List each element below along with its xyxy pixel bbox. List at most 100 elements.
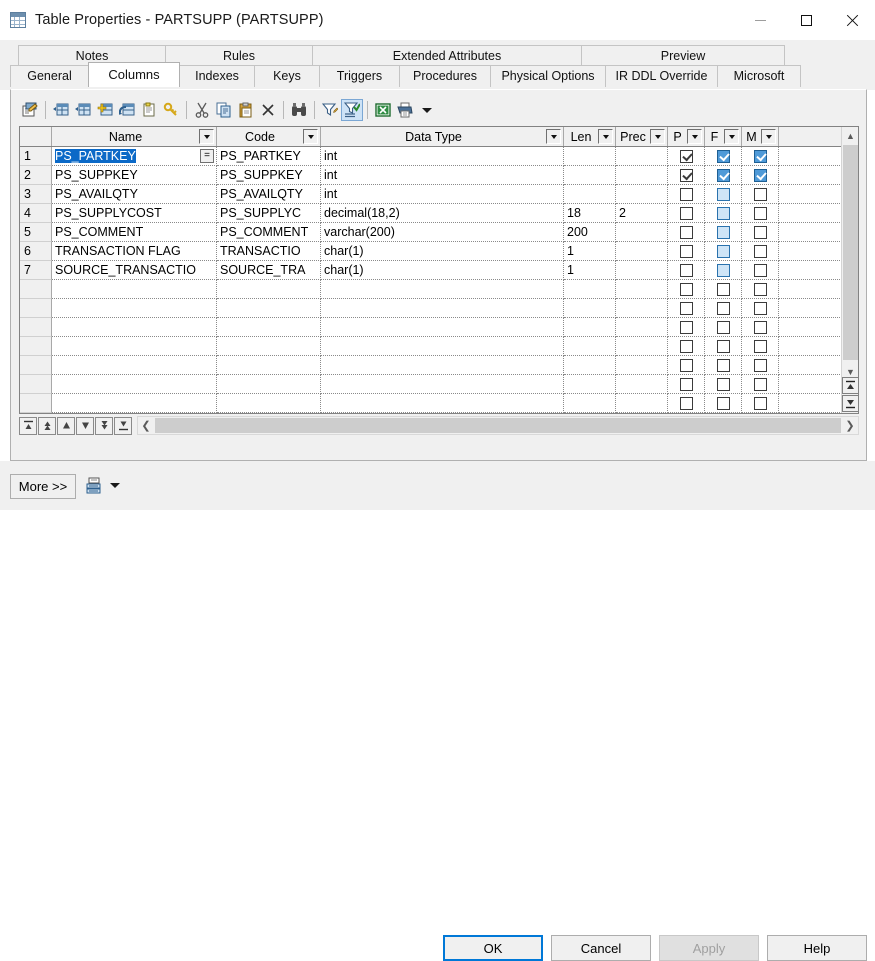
f-checkbox[interactable]	[716, 358, 730, 372]
len-cell[interactable]	[564, 394, 616, 413]
move-up-page-icon[interactable]	[38, 416, 56, 435]
table-row[interactable]	[20, 413, 858, 414]
p-checkbox-cell[interactable]	[668, 337, 705, 356]
table-row[interactable]	[20, 299, 858, 318]
datatype-cell[interactable]: int	[321, 185, 564, 204]
p-checkbox[interactable]	[679, 225, 693, 239]
prec-cell[interactable]	[616, 166, 668, 185]
datatype-cell[interactable]	[321, 394, 564, 413]
datatype-cell[interactable]	[321, 318, 564, 337]
grid-header-f[interactable]: F	[705, 127, 742, 146]
table-row[interactable]: 5 PS_COMMENT PS_COMMENT varchar(200) 200	[20, 223, 858, 242]
f-checkbox-cell[interactable]	[705, 413, 742, 414]
m-checkbox-cell[interactable]	[742, 356, 779, 375]
code-cell[interactable]: PS_SUPPLYC	[217, 204, 321, 223]
m-checkbox-cell[interactable]	[742, 204, 779, 223]
m-checkbox-cell[interactable]	[742, 261, 779, 280]
p-checkbox-cell[interactable]	[668, 394, 705, 413]
grid-horizontal-scrollbar[interactable]: ❮ ❯	[137, 416, 859, 435]
name-cell[interactable]	[52, 394, 217, 413]
apply-filter-icon[interactable]	[341, 99, 363, 121]
grid-header-code[interactable]: Code	[217, 127, 321, 146]
row-number-cell[interactable]: 3	[20, 185, 52, 204]
f-checkbox[interactable]	[716, 282, 730, 296]
paste-icon[interactable]	[235, 99, 257, 121]
tab-ir-ddl-override[interactable]: IR DDL Override	[605, 65, 718, 87]
datatype-cell[interactable]	[321, 299, 564, 318]
p-checkbox[interactable]	[679, 282, 693, 296]
f-checkbox[interactable]	[716, 396, 730, 410]
datatype-cell[interactable]: int	[321, 147, 564, 166]
move-up-icon[interactable]	[57, 416, 75, 435]
tab-triggers[interactable]: Triggers	[319, 65, 400, 87]
code-cell[interactable]	[217, 375, 321, 394]
p-checkbox[interactable]	[679, 339, 693, 353]
name-cell[interactable]	[52, 375, 217, 394]
p-checkbox-cell[interactable]	[668, 242, 705, 261]
code-cell[interactable]	[217, 318, 321, 337]
f-checkbox-cell[interactable]	[705, 166, 742, 185]
p-checkbox[interactable]	[679, 263, 693, 277]
m-checkbox[interactable]	[753, 244, 767, 258]
p-checkbox-cell[interactable]	[668, 318, 705, 337]
p-checkbox[interactable]	[679, 187, 693, 201]
m-checkbox[interactable]	[753, 168, 767, 182]
table-row[interactable]	[20, 375, 858, 394]
m-checkbox[interactable]	[753, 282, 767, 296]
code-filter-dropdown-icon[interactable]	[303, 129, 318, 144]
p-checkbox-cell[interactable]	[668, 299, 705, 318]
grid-header-prec[interactable]: Prec	[616, 127, 668, 146]
name-cell[interactable]: TRANSACTION FLAG	[52, 242, 217, 261]
m-checkbox-cell[interactable]	[742, 147, 779, 166]
datatype-cell[interactable]: varchar(200)	[321, 223, 564, 242]
prec-cell[interactable]	[616, 413, 668, 414]
delete-icon[interactable]	[257, 99, 279, 121]
datatype-cell[interactable]: char(1)	[321, 242, 564, 261]
tab-keys[interactable]: Keys	[254, 65, 320, 87]
m-checkbox[interactable]	[753, 187, 767, 201]
f-checkbox-cell[interactable]	[705, 242, 742, 261]
row-number-cell[interactable]	[20, 356, 52, 375]
prec-cell[interactable]	[616, 299, 668, 318]
prec-cell[interactable]	[616, 375, 668, 394]
p-checkbox[interactable]	[679, 377, 693, 391]
f-checkbox[interactable]	[716, 339, 730, 353]
name-cell[interactable]	[52, 299, 217, 318]
f-checkbox-cell[interactable]	[705, 299, 742, 318]
row-number-cell[interactable]	[20, 318, 52, 337]
p-checkbox[interactable]	[679, 168, 693, 182]
code-cell[interactable]	[217, 280, 321, 299]
columns-grid[interactable]: Name Code Data Type Len Prec P F M 1 PS_P…	[19, 126, 859, 414]
prec-cell[interactable]	[616, 394, 668, 413]
f-checkbox-cell[interactable]	[705, 223, 742, 242]
f-checkbox-cell[interactable]	[705, 204, 742, 223]
m-checkbox-cell[interactable]	[742, 299, 779, 318]
f-checkbox-cell[interactable]	[705, 280, 742, 299]
code-cell[interactable]	[217, 356, 321, 375]
m-checkbox-cell[interactable]	[742, 223, 779, 242]
f-filter-dropdown-icon[interactable]	[724, 129, 739, 144]
tab-extended-attributes[interactable]: Extended Attributes	[312, 45, 582, 67]
m-checkbox[interactable]	[753, 396, 767, 410]
len-cell[interactable]	[564, 356, 616, 375]
datatype-cell[interactable]	[321, 356, 564, 375]
len-cell[interactable]	[564, 413, 616, 414]
prec-cell[interactable]	[616, 356, 668, 375]
grid-header-len[interactable]: Len	[564, 127, 616, 146]
delete-row-icon[interactable]	[138, 99, 160, 121]
f-checkbox[interactable]	[716, 149, 730, 163]
cancel-button[interactable]: Cancel	[551, 935, 651, 961]
name-cell[interactable]	[52, 337, 217, 356]
tab-preview[interactable]: Preview	[581, 45, 785, 67]
len-cell[interactable]: 200	[564, 223, 616, 242]
f-checkbox-cell[interactable]	[705, 185, 742, 204]
move-down-icon[interactable]	[76, 416, 94, 435]
m-checkbox-cell[interactable]	[742, 185, 779, 204]
filter-icon[interactable]	[319, 99, 341, 121]
f-checkbox-cell[interactable]	[705, 318, 742, 337]
prec-cell[interactable]	[616, 261, 668, 280]
table-row[interactable]: 2 PS_SUPPKEY PS_SUPPKEY int	[20, 166, 858, 185]
p-checkbox-cell[interactable]	[668, 375, 705, 394]
table-row[interactable]	[20, 280, 858, 299]
f-checkbox[interactable]	[716, 320, 730, 334]
